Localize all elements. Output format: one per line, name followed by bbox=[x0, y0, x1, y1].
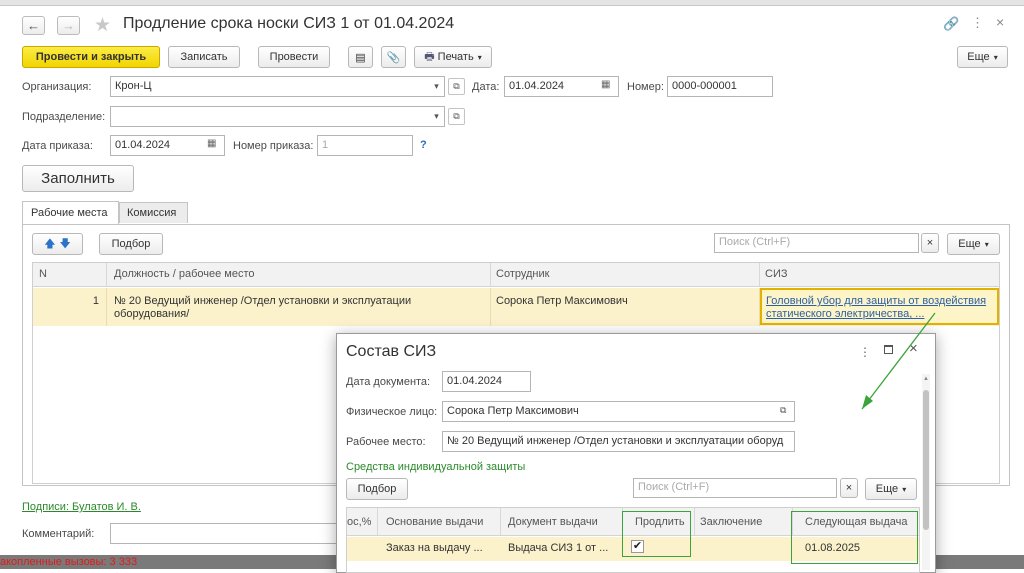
number-field[interactable]: 0000-000001 bbox=[667, 76, 773, 97]
forward-button[interactable]: → bbox=[57, 16, 80, 35]
workplace-label: Рабочее место: bbox=[346, 436, 426, 448]
dropdown-arrow-icon[interactable]: ▾ bbox=[428, 78, 445, 95]
report-icon[interactable]: ▤ bbox=[348, 46, 373, 68]
column-siz[interactable]: СИЗ bbox=[765, 268, 788, 280]
move-buttons[interactable]: 🡅 🡇 bbox=[32, 233, 83, 255]
row-number: 1 bbox=[92, 295, 99, 307]
column-issue-basis[interactable]: Основание выдачи bbox=[386, 516, 483, 528]
column-employee[interactable]: Сотрудник bbox=[496, 268, 549, 280]
person-field[interactable]: Сорока Петр Максимович bbox=[442, 401, 795, 422]
comment-field[interactable] bbox=[110, 523, 340, 544]
row-position[interactable]: № 20 Ведущий инженер /Отдел установки и … bbox=[114, 295, 484, 321]
dialog-more-label: Еще bbox=[875, 483, 899, 495]
column-conclusion[interactable]: Заключение bbox=[700, 516, 762, 528]
dropdown-arrow-icon: ▾ bbox=[477, 52, 482, 62]
workplace-field[interactable]: № 20 Ведущий инженер /Отдел установки и … bbox=[442, 431, 795, 452]
calendar-icon[interactable]: ▦ bbox=[601, 79, 610, 90]
search-input[interactable]: Поиск (Ctrl+F) bbox=[714, 233, 919, 253]
siz-table-header: ос,% Основание выдачи Документ выдачи Пр… bbox=[347, 508, 919, 536]
number-label: Номер: bbox=[627, 81, 664, 93]
doc-date-field[interactable]: 01.04.2024 bbox=[442, 371, 531, 392]
row-next-issue: 01.08.2025 bbox=[805, 542, 861, 554]
dialog-title: Состав СИЗ bbox=[346, 343, 437, 360]
dropdown-arrow-icon[interactable]: ▾ bbox=[428, 108, 445, 125]
column-issue-document[interactable]: Документ выдачи bbox=[508, 516, 598, 528]
dropdown-arrow-icon: ▾ bbox=[902, 484, 907, 494]
extend-checkbox[interactable]: ✔ bbox=[631, 540, 644, 553]
page-title: Продление срока носки СИЗ 1 от 01.04.202… bbox=[123, 15, 455, 32]
section-label: Средства индивидуальной защиты bbox=[346, 461, 526, 473]
order-number-label: Номер приказа: bbox=[233, 140, 314, 152]
help-icon[interactable]: ? bbox=[420, 139, 427, 151]
row-issue-document: Выдача СИЗ 1 от ... bbox=[508, 542, 609, 554]
top-tab-strip bbox=[0, 0, 1024, 6]
row-position-line1: № 20 Ведущий инженер /Отдел установки и … bbox=[114, 295, 412, 307]
fill-button[interactable]: Заполнить bbox=[22, 165, 134, 192]
organization-label: Организация: bbox=[22, 81, 92, 93]
order-number-field[interactable]: 1 bbox=[317, 135, 413, 156]
back-button[interactable]: ← bbox=[22, 16, 45, 35]
tab-commission[interactable]: Комиссия bbox=[119, 202, 188, 223]
table-more-button[interactable]: Еще ▾ bbox=[947, 233, 1000, 255]
status-text: акопленные вызовы: 3 333 bbox=[0, 556, 138, 568]
table-header: N Должность / рабочее место Сотрудник СИ… bbox=[33, 263, 999, 287]
clear-search-icon[interactable]: × bbox=[921, 233, 939, 253]
favorite-star-icon[interactable]: ★ bbox=[94, 14, 111, 37]
dropdown-arrow-icon: ▾ bbox=[984, 239, 989, 249]
more-button[interactable]: Еще ▾ bbox=[957, 46, 1008, 68]
save-button[interactable]: Записать bbox=[168, 46, 240, 68]
dialog-clear-search-icon[interactable]: × bbox=[840, 478, 858, 498]
more-vertical-icon[interactable]: ⋮ bbox=[971, 15, 984, 31]
row-employee[interactable]: Сорока Петр Максимович bbox=[496, 295, 628, 307]
dialog-more-button[interactable]: Еще ▾ bbox=[865, 478, 917, 500]
department-label: Подразделение: bbox=[22, 111, 106, 123]
table-more-label: Еще bbox=[958, 238, 981, 250]
department-field[interactable] bbox=[110, 106, 445, 127]
post-and-close-button[interactable]: Провести и закрыть bbox=[22, 46, 160, 68]
organization-field[interactable]: Крон-Ц bbox=[110, 76, 445, 97]
select-button[interactable]: Подбор bbox=[99, 233, 163, 255]
comment-label: Комментарий: bbox=[22, 528, 95, 540]
link-icon[interactable]: 🔗 bbox=[943, 16, 959, 32]
calendar-icon[interactable]: ▦ bbox=[207, 138, 216, 149]
signatures-link[interactable]: Подписи: Булатов И. В. bbox=[22, 501, 141, 513]
column-extend[interactable]: Продлить bbox=[635, 516, 685, 528]
open-department-icon[interactable]: ⧉ bbox=[448, 108, 465, 125]
siz-table: ос,% Основание выдачи Документ выдачи Пр… bbox=[346, 507, 920, 573]
order-date-label: Дата приказа: bbox=[22, 140, 93, 152]
column-wear-percent[interactable]: ос,% bbox=[347, 516, 371, 528]
row-issue-basis: Заказ на выдачу ... bbox=[386, 542, 483, 554]
post-button[interactable]: Провести bbox=[258, 46, 330, 68]
print-label: Печать bbox=[437, 51, 474, 63]
dialog-search-input[interactable]: Поиск (Ctrl+F) bbox=[633, 478, 837, 498]
siz-table-row[interactable]: Заказ на выдачу ... Выдача СИЗ 1 от ... … bbox=[347, 537, 919, 561]
date-label: Дата: bbox=[472, 81, 500, 93]
annotation-arrow bbox=[861, 312, 936, 410]
dialog-select-button[interactable]: Подбор bbox=[346, 478, 408, 500]
arrow-down-icon[interactable]: 🡇 bbox=[60, 235, 71, 254]
open-organization-icon[interactable]: ⧉ bbox=[448, 78, 465, 95]
dropdown-arrow-icon: ▾ bbox=[993, 52, 998, 62]
doc-date-label: Дата документа: bbox=[346, 376, 431, 388]
column-position[interactable]: Должность / рабочее место bbox=[114, 268, 255, 280]
close-icon[interactable]: × bbox=[996, 14, 1004, 30]
attachment-icon[interactable]: 📎 bbox=[381, 46, 406, 68]
printer-icon: 🖶 bbox=[424, 50, 435, 63]
print-button[interactable]: 🖶 Печать ▾ bbox=[414, 46, 492, 68]
row-position-line2: оборудования/ bbox=[114, 308, 190, 320]
tab-workplaces[interactable]: Рабочие места bbox=[22, 201, 119, 224]
person-label: Физическое лицо: bbox=[346, 406, 438, 418]
column-n[interactable]: N bbox=[39, 268, 47, 280]
more-label: Еще bbox=[967, 51, 990, 63]
arrow-up-icon[interactable]: 🡅 bbox=[44, 235, 55, 254]
column-next-issue[interactable]: Следующая выдача bbox=[805, 516, 907, 528]
open-person-icon[interactable]: ⧉ bbox=[780, 405, 786, 416]
